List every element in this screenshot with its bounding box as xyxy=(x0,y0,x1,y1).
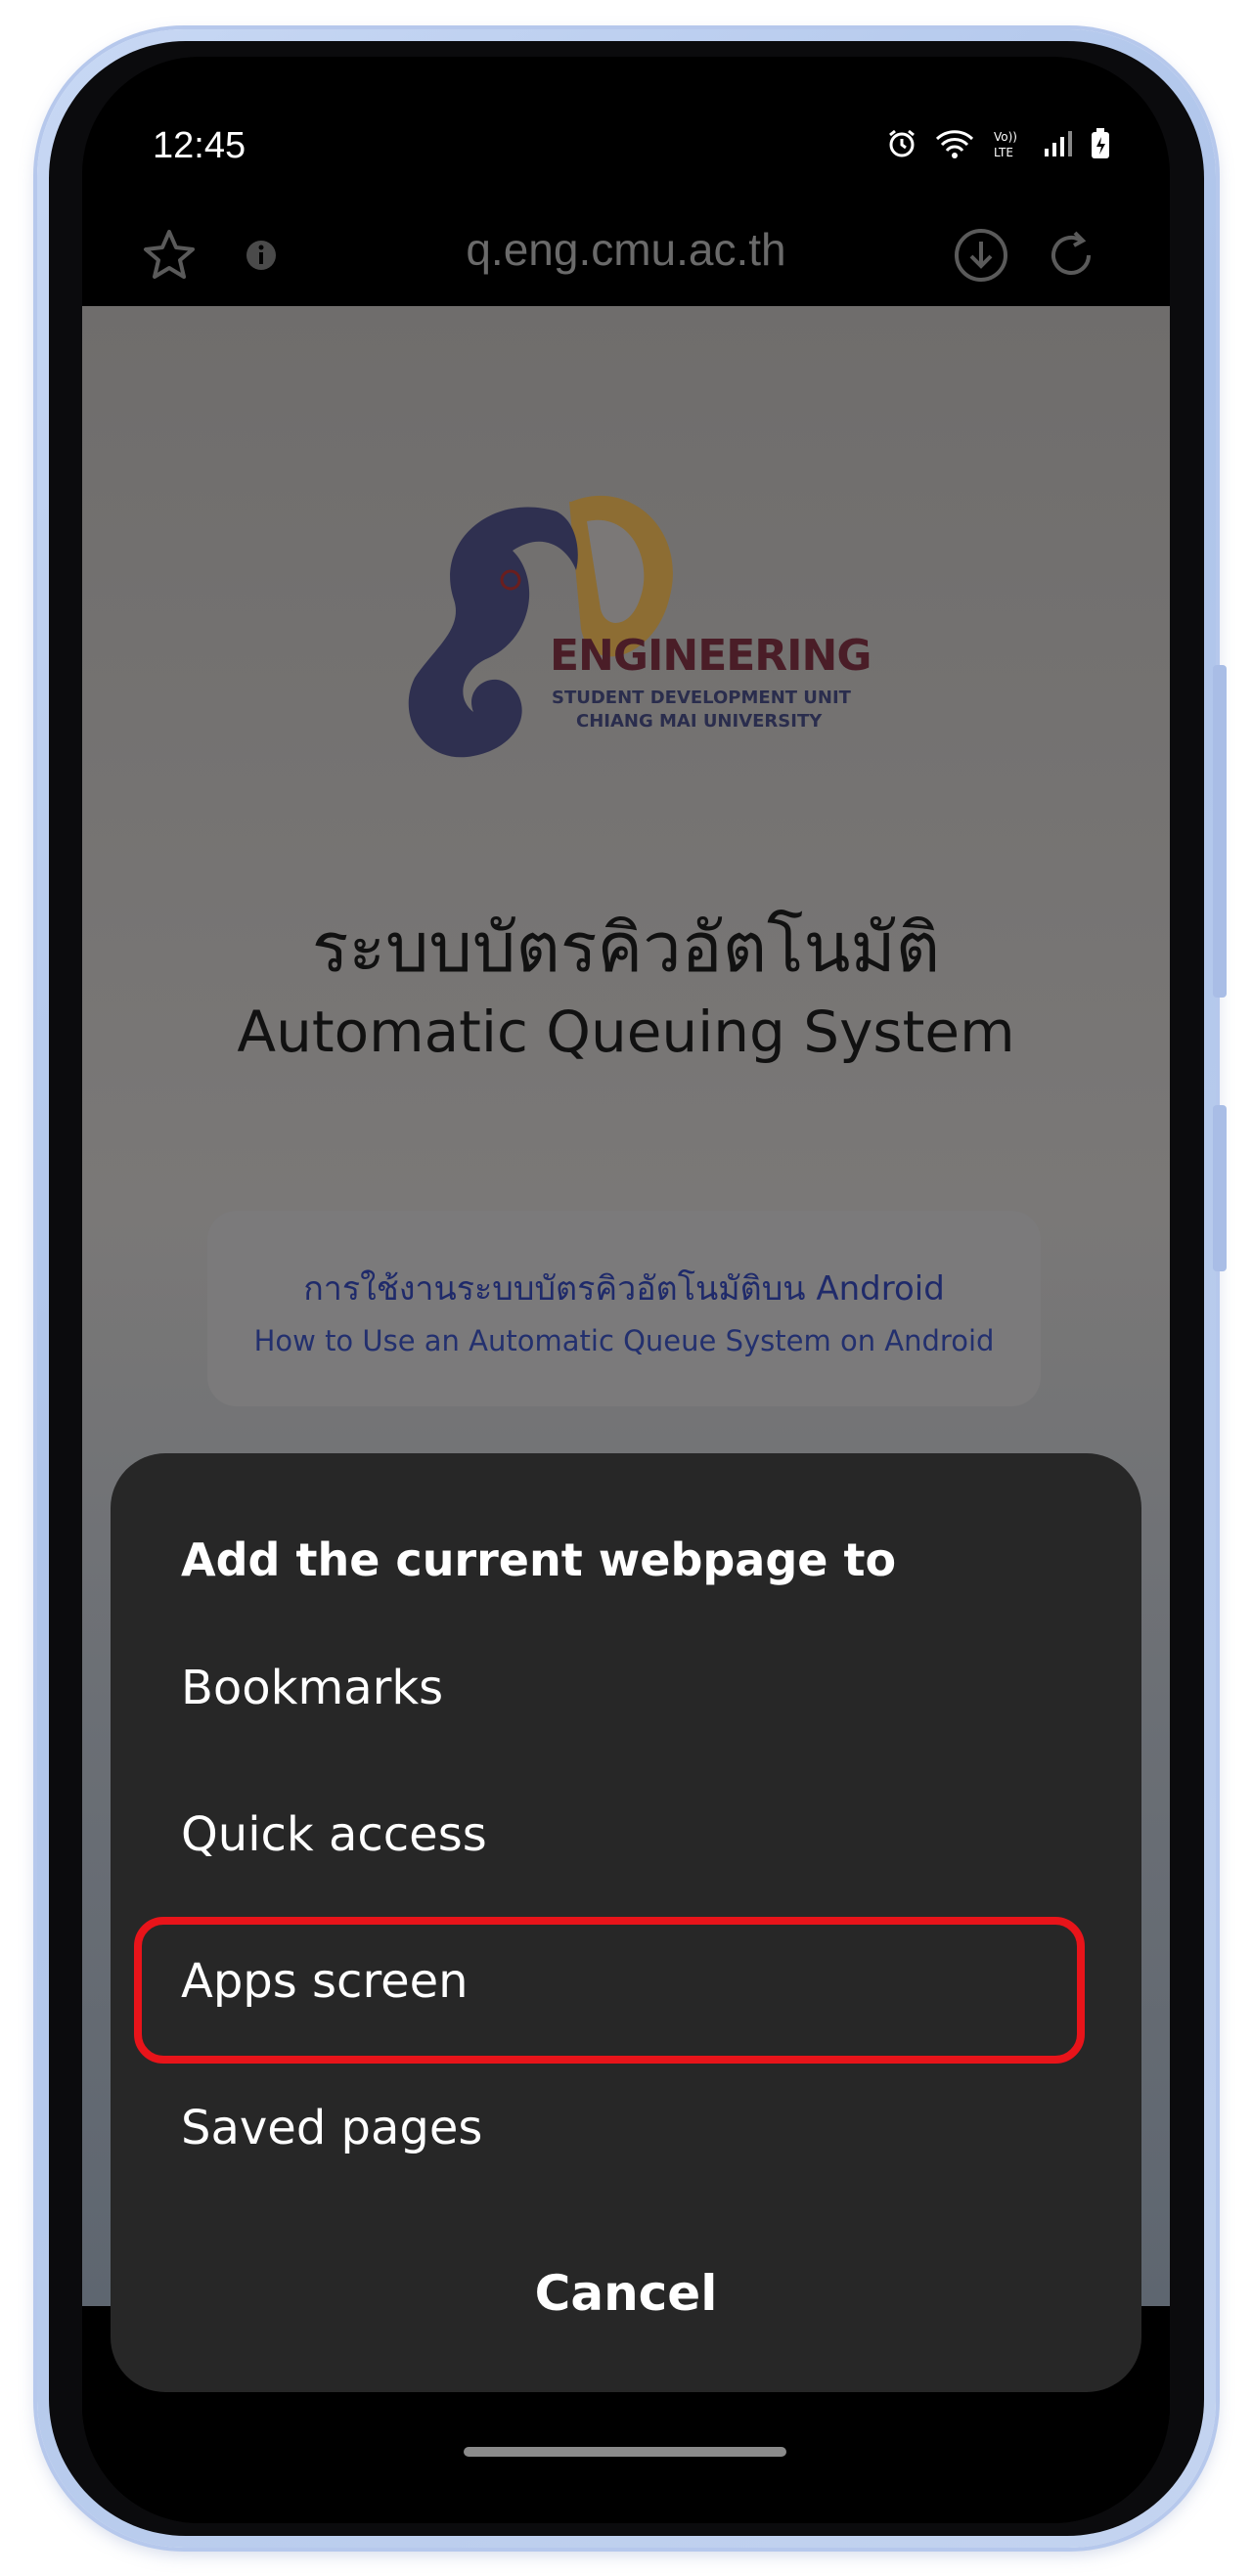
cancel-button[interactable]: Cancel xyxy=(111,2265,1141,2322)
alarm-icon xyxy=(886,128,917,159)
home-indicator[interactable] xyxy=(464,2447,786,2457)
browser-url-bar[interactable]: q.eng.cmu.ac.th xyxy=(82,203,1170,301)
option-saved-pages[interactable]: Saved pages xyxy=(181,2101,482,2155)
android-help-link[interactable]: การใช้งานระบบบัตรคิวอัตโนมัติบน Android … xyxy=(207,1211,1041,1406)
page-title-thai: ระบบบัตรคิวอัตโนมัติ xyxy=(311,908,941,988)
option-bookmarks[interactable]: Bookmarks xyxy=(181,1661,443,1715)
volume-button xyxy=(1213,665,1227,998)
help-link-english[interactable]: How to Use an Automatic Queue System on … xyxy=(207,1324,1041,1357)
page-title-english: Automatic Queuing System xyxy=(237,999,1015,1065)
wifi-icon xyxy=(935,128,974,159)
phone-screen: 12:45 Vo)) LTE q.eng.cmu.ac.th ENGINEERI… xyxy=(82,57,1170,2523)
add-page-dialog: Add the current webpage to Bookmarks Qui… xyxy=(111,1453,1141,2392)
option-apps-screen[interactable]: Apps screen xyxy=(181,1954,469,2009)
power-button xyxy=(1213,1105,1227,1271)
logo-text-university: CHIANG MAI UNIVERSITY xyxy=(576,711,823,732)
reload-icon[interactable] xyxy=(1043,227,1099,288)
help-link-thai[interactable]: การใช้งานระบบบัตรคิวอัตโนมัติบน Android xyxy=(207,1262,1041,1314)
status-bar: 12:45 Vo)) LTE xyxy=(82,57,1170,203)
svg-text:LTE: LTE xyxy=(994,146,1013,159)
logo-text-unit: STUDENT DEVELOPMENT UNIT xyxy=(552,688,851,708)
logo-text-engineering: ENGINEERING xyxy=(550,631,872,681)
dialog-title: Add the current webpage to xyxy=(181,1533,897,1586)
signal-icon xyxy=(1043,129,1072,158)
download-icon[interactable] xyxy=(953,227,1009,288)
status-time: 12:45 xyxy=(153,125,246,166)
engineering-sdu-logo: ENGINEERING STUDENT DEVELOPMENT UNIT CHI… xyxy=(395,482,872,776)
option-quick-access[interactable]: Quick access xyxy=(181,1807,487,1862)
volte-icon: Vo)) LTE xyxy=(992,127,1025,160)
status-icons: Vo)) LTE xyxy=(886,127,1111,160)
svg-text:Vo)): Vo)) xyxy=(994,130,1017,144)
battery-icon xyxy=(1090,127,1111,160)
